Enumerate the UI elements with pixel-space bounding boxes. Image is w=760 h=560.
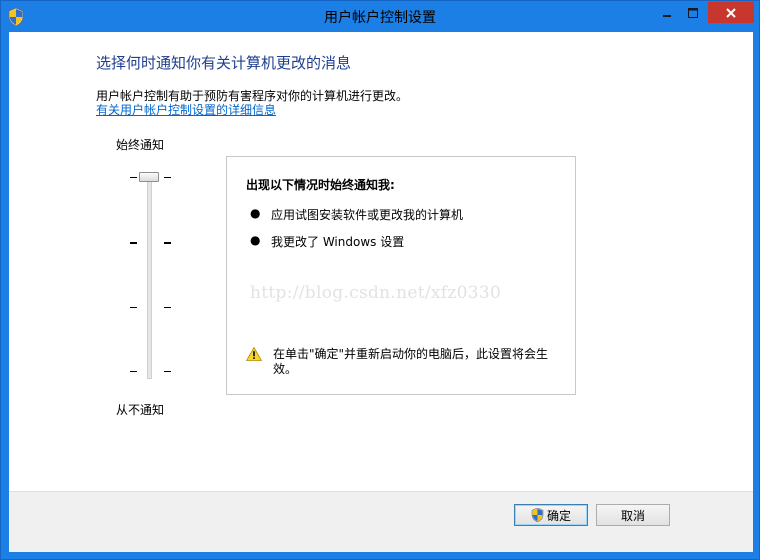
window-title: 用户帐户控制设置 <box>324 10 436 26</box>
slider-tick <box>130 307 137 308</box>
minimize-icon <box>663 14 671 17</box>
bullet-icon: ● <box>250 233 261 247</box>
uac-shield-icon <box>531 508 544 522</box>
restart-warning-text: 在单击"确定"并重新启动你的电脑后，此设置将会生效。 <box>273 347 549 376</box>
cancel-button[interactable]: 取消 <box>596 504 670 526</box>
close-icon <box>726 7 736 18</box>
ok-button-label: 确定 <box>546 508 571 523</box>
maximize-icon <box>688 7 698 18</box>
title-bar[interactable]: 用户帐户控制设置 <box>1 1 759 32</box>
slider-tick <box>130 177 137 178</box>
warning-triangle-icon <box>246 347 262 361</box>
slider-thumb[interactable] <box>139 172 159 182</box>
slider-top-label: 始终通知 <box>116 138 165 152</box>
slider-bottom-label: 从不通知 <box>116 403 165 417</box>
notification-level-slider[interactable] <box>124 170 176 380</box>
bullet-item: 应用试图安装软件或更改我的计算机 <box>271 208 464 222</box>
level-description-panel: 出现以下情况时始终通知我: ● 应用试图安装软件或更改我的计算机 ● 我更改了 … <box>226 156 576 395</box>
panel-title: 出现以下情况时始终通知我: <box>246 178 395 192</box>
window-frame: 用户帐户控制设置 选择何时通知你有关计算机更改的消息 用户帐户控制有助于预防有害… <box>0 0 760 560</box>
slider-tick <box>130 242 137 244</box>
watermark-text: http://blog.csdn.net/xfz0330 <box>250 283 502 303</box>
cancel-button-label: 取消 <box>620 508 645 523</box>
more-info-link[interactable]: 有关用户帐户控制设置的详细信息 <box>96 101 276 118</box>
bullet-icon: ● <box>250 206 261 220</box>
ok-button[interactable]: 确定 <box>514 504 588 526</box>
client-area: 选择何时通知你有关计算机更改的消息 用户帐户控制有助于预防有害程序对你的计算机进… <box>9 32 753 552</box>
minimize-button[interactable] <box>654 2 680 23</box>
slider-tick <box>164 242 171 244</box>
slider-track[interactable] <box>147 172 152 379</box>
slider-tick <box>164 177 171 178</box>
maximize-button[interactable] <box>680 2 706 23</box>
close-button[interactable] <box>708 2 754 23</box>
button-bar: 确定 取消 <box>9 491 753 552</box>
page-heading: 选择何时通知你有关计算机更改的消息 <box>96 54 352 72</box>
slider-tick <box>130 371 137 372</box>
bullet-item: 我更改了 Windows 设置 <box>271 235 405 249</box>
slider-tick <box>164 371 171 372</box>
slider-tick <box>164 307 171 308</box>
